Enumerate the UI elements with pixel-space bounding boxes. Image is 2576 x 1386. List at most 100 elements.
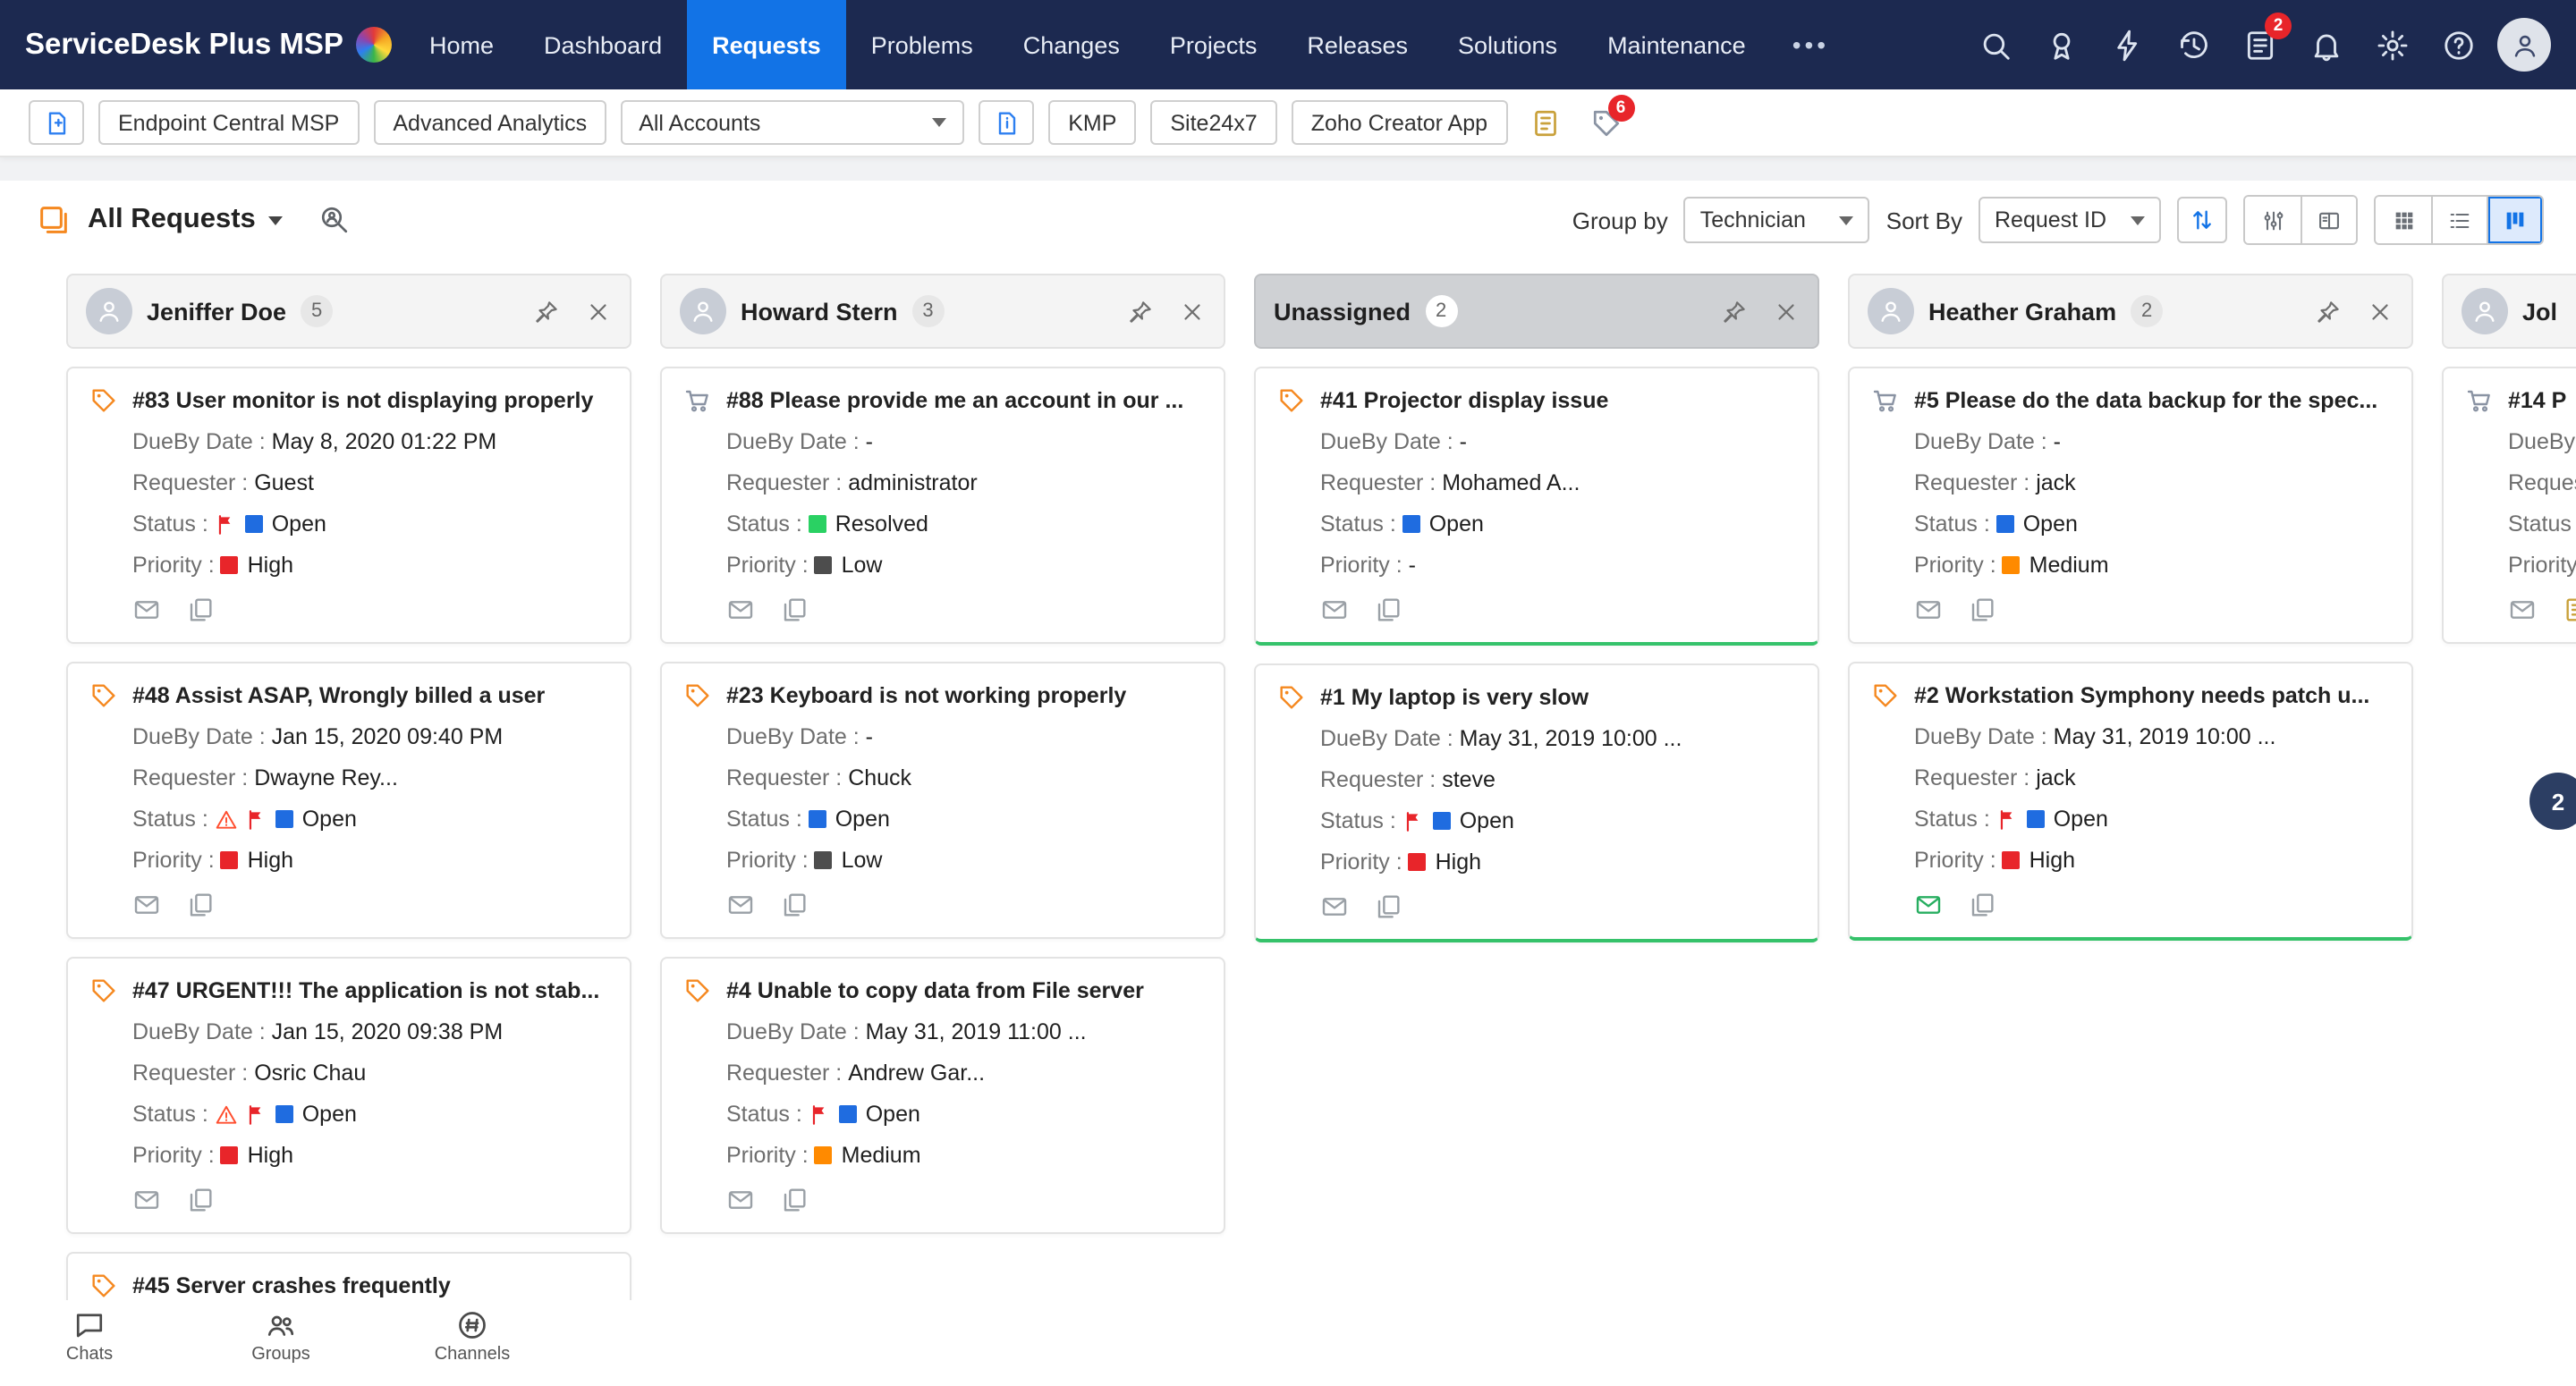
group-by-dropdown[interactable]: Technician	[1683, 197, 1870, 243]
copy-icon[interactable]	[1374, 892, 1402, 921]
nav-item-problems[interactable]: Problems	[846, 0, 998, 89]
sort-by-dropdown[interactable]: Request ID	[1979, 197, 2161, 243]
history-icon[interactable]	[2166, 18, 2220, 72]
view-title[interactable]: All Requests	[88, 204, 256, 236]
close-icon[interactable]	[2367, 298, 2394, 325]
endpoint-central-msp-button[interactable]: Endpoint Central MSP	[98, 100, 360, 145]
copy-icon[interactable]	[780, 596, 809, 624]
pin-icon[interactable]	[1721, 298, 1748, 325]
note-icon[interactable]	[2562, 596, 2576, 624]
nav-item-maintenance[interactable]: Maintenance	[1582, 0, 1771, 89]
close-icon[interactable]	[585, 298, 612, 325]
pin-icon[interactable]	[1127, 298, 1154, 325]
grid-view-button[interactable]	[2376, 197, 2431, 243]
bell-icon[interactable]	[2299, 18, 2352, 72]
filter-search-icon[interactable]	[318, 204, 351, 236]
copy-icon[interactable]	[780, 891, 809, 919]
request-card[interactable]: #23 Keyboard is not working properly Due…	[660, 662, 1225, 939]
add-document-button[interactable]	[29, 100, 84, 145]
request-card[interactable]: #83 User monitor is not displaying prope…	[66, 367, 631, 644]
nav-item-projects[interactable]: Projects	[1145, 0, 1283, 89]
nav-item-changes[interactable]: Changes	[998, 0, 1145, 89]
close-icon[interactable]	[1773, 298, 1800, 325]
nav-more-button[interactable]: •••	[1771, 30, 1851, 59]
filter-settings-button[interactable]	[2245, 197, 2301, 243]
mail-icon[interactable]	[726, 596, 755, 624]
dock-item-channels[interactable]: Channels	[408, 1309, 537, 1365]
survey-icon[interactable]: 2	[2233, 13, 2292, 72]
mail-icon[interactable]	[726, 1186, 755, 1214]
user-avatar[interactable]	[2497, 18, 2551, 72]
site24x7-button[interactable]: Site24x7	[1150, 100, 1277, 145]
add-column-button[interactable]	[2301, 197, 2356, 243]
card-title[interactable]: #48 Assist ASAP, Wrongly billed a user	[89, 681, 612, 710]
request-card[interactable]: #47 URGENT!!! The application is not sta…	[66, 957, 631, 1234]
zoho-creator-app-button[interactable]: Zoho Creator App	[1291, 100, 1508, 145]
card-title[interactable]: #1 My laptop is very slow	[1277, 683, 1800, 712]
advanced-analytics-button[interactable]: Advanced Analytics	[373, 100, 607, 145]
card-title[interactable]: #88 Please provide me an account in our …	[683, 386, 1206, 415]
request-card[interactable]: #41 Projector display issue DueBy Date :…	[1254, 367, 1819, 646]
request-card[interactable]: #14 P DueBy Date : Requester : Status : …	[2442, 367, 2576, 644]
card-title[interactable]: #5 Please do the data backup for the spe…	[1871, 386, 2394, 415]
copy-icon[interactable]	[186, 891, 215, 919]
mail-icon[interactable]	[2508, 596, 2537, 624]
mail-icon[interactable]	[1914, 891, 1943, 919]
dock-item-groups[interactable]: Groups	[216, 1309, 345, 1365]
nav-item-dashboard[interactable]: Dashboard	[519, 0, 687, 89]
mail-icon[interactable]	[1320, 892, 1349, 921]
card-title[interactable]: #14 P	[2465, 386, 2576, 415]
card-title[interactable]: #23 Keyboard is not working properly	[683, 681, 1206, 710]
column-header[interactable]: Unassigned 2	[1254, 274, 1819, 349]
mail-icon[interactable]	[1320, 596, 1349, 624]
request-card[interactable]: #4 Unable to copy data from File server …	[660, 957, 1225, 1234]
request-card[interactable]: #5 Please do the data backup for the spe…	[1848, 367, 2413, 644]
dock-item-chats[interactable]: Chats	[25, 1309, 154, 1365]
kmp-button[interactable]: KMP	[1048, 100, 1137, 145]
column-header[interactable]: Howard Stern 3	[660, 274, 1225, 349]
mail-icon[interactable]	[1914, 596, 1943, 624]
chevron-down-icon[interactable]	[267, 216, 283, 224]
column-header[interactable]: Jeniffer Doe 5	[66, 274, 631, 349]
request-card[interactable]: #48 Assist ASAP, Wrongly billed a user D…	[66, 662, 631, 939]
nav-item-releases[interactable]: Releases	[1282, 0, 1433, 89]
notes-button[interactable]	[1521, 99, 1568, 146]
nav-item-solutions[interactable]: Solutions	[1433, 0, 1582, 89]
request-card[interactable]: #2 Workstation Symphony needs patch u...…	[1848, 662, 2413, 941]
nav-item-requests[interactable]: Requests	[687, 0, 846, 89]
nav-item-home[interactable]: Home	[404, 0, 519, 89]
copy-icon[interactable]	[1968, 596, 1996, 624]
gear-icon[interactable]	[2365, 18, 2419, 72]
mail-icon[interactable]	[132, 891, 161, 919]
mail-icon[interactable]	[132, 596, 161, 624]
list-view-button[interactable]	[2431, 197, 2487, 243]
copy-icon[interactable]	[186, 596, 215, 624]
request-card[interactable]: #88 Please provide me an account in our …	[660, 367, 1225, 644]
sort-direction-button[interactable]	[2177, 197, 2227, 243]
close-icon[interactable]	[1179, 298, 1206, 325]
copy-icon[interactable]	[1968, 891, 1996, 919]
mail-icon[interactable]	[726, 891, 755, 919]
card-title[interactable]: #45 Server crashes frequently	[89, 1272, 612, 1300]
card-title[interactable]: #47 URGENT!!! The application is not sta…	[89, 976, 612, 1005]
card-title[interactable]: #2 Workstation Symphony needs patch u...	[1871, 681, 2394, 710]
card-title[interactable]: #4 Unable to copy data from File server	[683, 976, 1206, 1005]
copy-icon[interactable]	[780, 1186, 809, 1214]
column-header[interactable]: Jol	[2442, 274, 2576, 349]
pin-icon[interactable]	[533, 298, 560, 325]
kanban-view-button[interactable]	[2487, 197, 2542, 243]
pin-icon[interactable]	[2315, 298, 2342, 325]
search-icon[interactable]	[1968, 18, 2021, 72]
account-info-button[interactable]	[979, 100, 1035, 145]
brand-logo[interactable]: ServiceDesk Plus MSP	[25, 27, 404, 63]
copy-icon[interactable]	[1374, 596, 1402, 624]
mail-icon[interactable]	[132, 1186, 161, 1214]
card-title[interactable]: #83 User monitor is not displaying prope…	[89, 386, 612, 415]
accounts-dropdown[interactable]: All Accounts	[621, 100, 965, 145]
bolt-icon[interactable]	[2100, 18, 2154, 72]
column-header[interactable]: Heather Graham 2	[1848, 274, 2413, 349]
award-icon[interactable]	[2034, 18, 2088, 72]
tags-button[interactable]: 6	[1582, 94, 1635, 146]
request-card[interactable]: #1 My laptop is very slow DueBy Date : M…	[1254, 663, 1819, 942]
card-title[interactable]: #41 Projector display issue	[1277, 386, 1800, 415]
